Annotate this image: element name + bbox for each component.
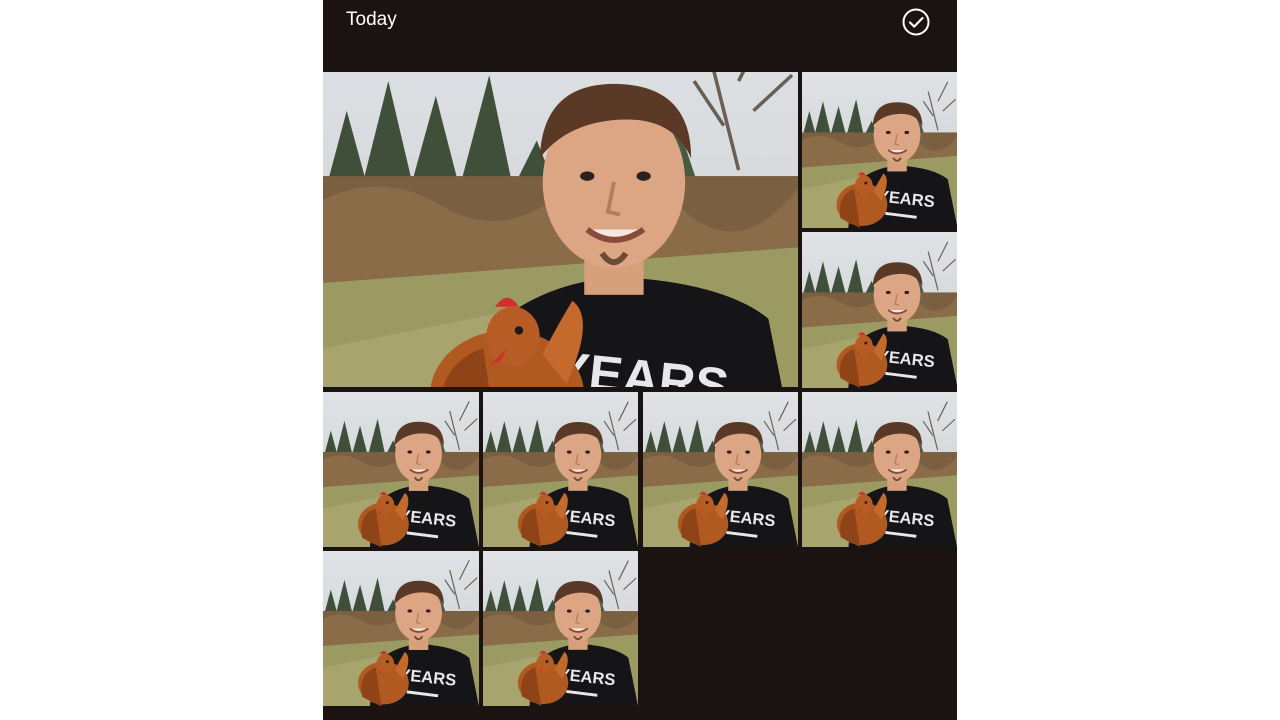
check-circle-icon xyxy=(902,8,930,36)
photo-thumbnail[interactable]: 0 YEARS xyxy=(323,551,479,706)
photo-image: 0 YEARS xyxy=(643,392,798,547)
photo-thumbnail[interactable]: 0 YEARS xyxy=(643,392,798,547)
photo-thumbnail[interactable]: 0 YEARS xyxy=(802,392,957,547)
photos-app-screen: Today 0 YEARS 0 YEARS 0 YEARS 0 YEARS 0 … xyxy=(323,0,957,720)
photo-image: 0 YEARS xyxy=(802,72,957,228)
photo-thumbnail[interactable]: 0 YEARS xyxy=(802,72,957,228)
photo-image: 0 YEARS xyxy=(323,392,479,547)
photo-thumbnail[interactable]: 0 YEARS xyxy=(802,232,957,388)
date-header: Today xyxy=(323,0,957,70)
photo-thumbnail[interactable]: 0 YEARS xyxy=(323,392,479,547)
photo-image: 0 YEARS xyxy=(802,392,957,547)
photo-image: 0 YEARS xyxy=(483,392,638,547)
photo-grid: 0 YEARS 0 YEARS 0 YEARS 0 YEARS 0 YEARS … xyxy=(323,72,957,720)
photo-image: 0 YEARS xyxy=(323,72,798,387)
photo-thumbnail[interactable]: 0 YEARS xyxy=(483,551,638,706)
photo-thumbnail-large[interactable]: 0 YEARS xyxy=(323,72,798,387)
photo-image: 0 YEARS xyxy=(483,551,638,706)
photo-image: 0 YEARS xyxy=(802,232,957,388)
photo-image: 0 YEARS xyxy=(323,551,479,706)
photo-thumbnail[interactable]: 0 YEARS xyxy=(483,392,638,547)
select-all-button[interactable] xyxy=(901,7,931,37)
date-group-title: Today xyxy=(346,9,397,30)
